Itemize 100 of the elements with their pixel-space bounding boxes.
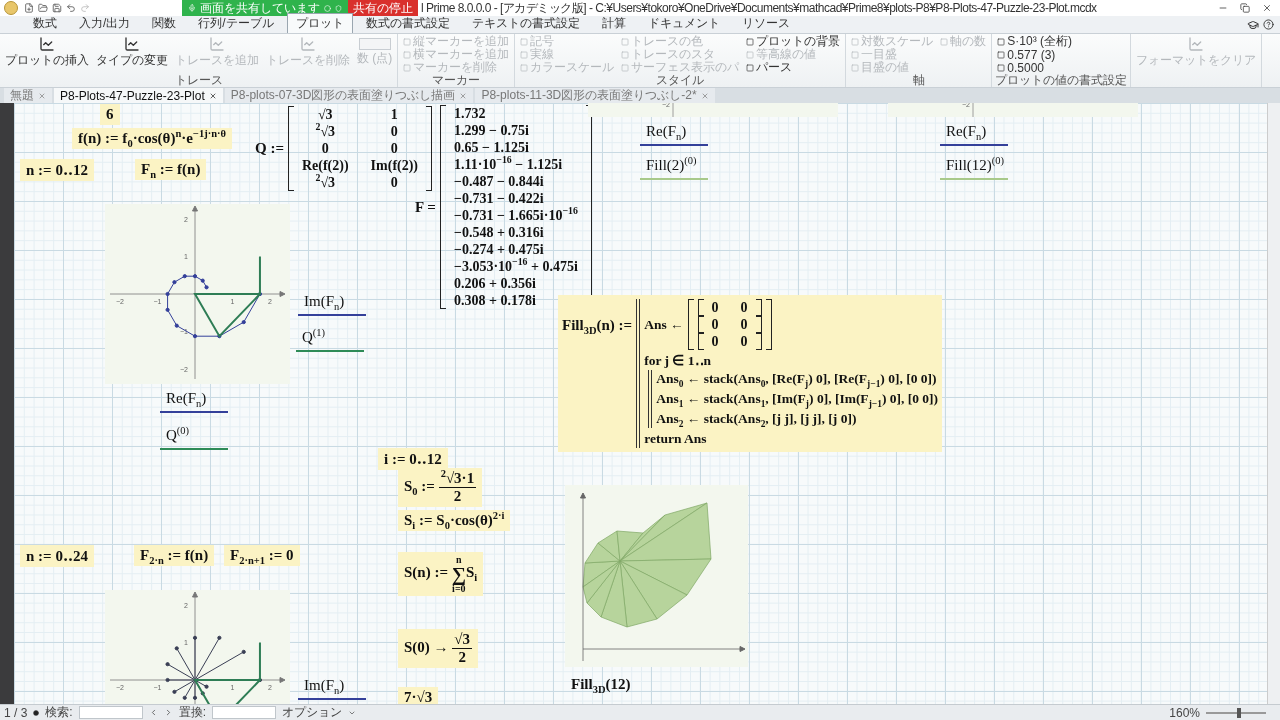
restore-icon[interactable] (1240, 3, 1250, 13)
square-icon (403, 63, 412, 72)
matrix-cell: Re(f(2)) (301, 157, 349, 174)
trace-label: Re(F$_{n}$) (640, 123, 708, 146)
ribbon-tab[interactable]: 入力/出力 (70, 13, 140, 33)
status-dot-icon (33, 709, 40, 716)
replace-field[interactable] (212, 706, 277, 719)
ribbon-group-label: 軸 (911, 74, 926, 87)
ribbon-button[interactable]: プロットの背景 (744, 35, 843, 48)
program-line: Ans ← (644, 315, 684, 334)
matrix-cell: 0 (711, 299, 719, 316)
ribbon-tab[interactable]: 行列/テーブル (189, 13, 283, 33)
matrix-cell-text: 1.299 − 0.75i (453, 122, 530, 139)
ribbon-button[interactable]: S·10³ (全桁) (995, 35, 1074, 48)
trace-label: Fill(2)$^{(0)}$ (640, 157, 708, 180)
fraction-numerator: √3 (452, 631, 473, 649)
square-icon (520, 50, 529, 59)
sum-upper-limit: n (456, 554, 462, 565)
matrix-cell-text: √3 (316, 106, 334, 123)
square-icon (403, 50, 412, 59)
sum-body: S$_{i}$ (466, 564, 478, 581)
folder-icon[interactable] (38, 3, 48, 13)
square-icon (621, 37, 630, 46)
slider-thumb[interactable] (1237, 707, 1241, 718)
square-icon (621, 50, 630, 59)
math-lhs: S(n) := (404, 564, 448, 581)
ribbon-tab[interactable]: 数式 (24, 13, 66, 33)
scroll-bar[interactable] (1267, 103, 1280, 704)
matrix-cell-text: $^{2}$√3 (315, 174, 336, 191)
find-field[interactable] (78, 706, 143, 719)
new-file-icon[interactable] (24, 3, 34, 13)
square-icon (997, 37, 1006, 46)
chart-icon (39, 36, 55, 52)
ribbon-group-label: トレース (173, 74, 224, 87)
ribbon-tab[interactable]: 関数 (143, 13, 186, 33)
ribbon-tab[interactable]: プロット (286, 13, 353, 33)
matrix-cell-text: −0.487 − 0.844i (453, 173, 545, 190)
stop-share-button[interactable]: 共有の停止 (348, 0, 418, 16)
square-icon (851, 63, 860, 72)
matrix-cell: 0 (740, 299, 748, 316)
square-icon (997, 63, 1006, 72)
chart-icon (209, 36, 225, 52)
math-expression: n := 0‥12 (20, 159, 94, 181)
program-line: Ans$_{2}$ ← stack(Ans$_{2}$, [j j], [j j], [j 0]) (656, 410, 858, 428)
trace-label: Q$^{(0)}$ (160, 427, 228, 450)
matrix-cell-text: 1.732 (453, 105, 487, 122)
math-expression: f(n) := f$_{0}$·cos(θ)$^{n}$·e$^{−1j·n·θ}$ (72, 128, 233, 149)
ribbon-button[interactable]: プロットの挿入 (3, 35, 91, 74)
matrix-bracket (687, 299, 694, 350)
matrix-cell-text: 1 (389, 106, 399, 123)
document-tab[interactable]: P8-plots-11-3D図形の表面塗りつぶし-2* (475, 88, 715, 103)
save-icon[interactable] (52, 3, 62, 13)
document-tab[interactable]: P8-Plots-47-Puzzle-23-Plot (54, 88, 223, 103)
matrix-bracket (765, 299, 772, 350)
matrix-cell-text: −0.731 − 0.422i (453, 190, 545, 207)
shield-icon (335, 4, 342, 12)
trace-label: Re(F$_{n}$) (940, 123, 1008, 146)
trace-label: Q$^{(1)}$ (296, 329, 364, 352)
trace-label: Im(F$_{n}$) (298, 677, 366, 700)
fraction-denominator: 2 (453, 488, 462, 505)
undo-icon[interactable] (66, 3, 76, 13)
chart-icon (124, 36, 140, 52)
document-tab[interactable]: 無題 (4, 88, 52, 103)
square-icon (520, 37, 529, 46)
matrix-cell-text: 0.308 + 0.178i (453, 292, 537, 309)
math-expression: n := 0‥24 (20, 545, 94, 567)
ribbon-group-label: プロットの値の書式設定 (995, 74, 1128, 87)
ribbon-button[interactable]: 0.5000 (995, 61, 1074, 74)
square-icon (940, 37, 949, 46)
close-icon[interactable] (1262, 3, 1272, 13)
help-icon[interactable] (1263, 18, 1274, 30)
graduation-cap-icon[interactable] (1247, 18, 1259, 31)
math-expression: S$_{i}$ := S$_{0}$·cos(θ)$^{2·i}$ (398, 510, 511, 531)
axis-line (672, 103, 674, 117)
program-line: Ans$_{1}$ ← stack(Ans$_{1}$, [Im(F$_{j}$) 0], [Im(F$_{j−1}$) 0], [0 0]) (656, 390, 939, 408)
ribbon-button[interactable]: 0.577 (3) (995, 48, 1074, 61)
options-menu[interactable]: オプション (282, 704, 343, 720)
zoom-level: 160% (1169, 705, 1200, 720)
matrix-cell-text: $^{2}$√3 (314, 123, 337, 140)
math-lhs: S$_{0}$ := (404, 477, 435, 494)
app-logo[interactable] (4, 1, 18, 15)
close-icon[interactable] (208, 91, 217, 100)
ribbon-button[interactable]: パース (744, 61, 843, 74)
fraction-denominator: 2 (458, 649, 466, 666)
axis-line (972, 103, 974, 117)
matrix-name: Q := (255, 140, 284, 157)
matrix-cell-text: 0.65 − 1.125i (453, 139, 530, 156)
chart-icon (300, 36, 316, 52)
square-icon (403, 37, 412, 46)
function-name: Fill$_{3D}$(n) := (562, 317, 633, 334)
matrix-cell-text: 0.206 + 0.356i (453, 275, 537, 292)
trace-label: Re(F$_{n}$) (160, 390, 228, 413)
math-expression: F$_{2·n}$ := f(n) (134, 545, 215, 566)
ribbon-button[interactable]: タイプの変更 (94, 35, 170, 74)
math-lhs: S(0) → (404, 638, 449, 655)
trace-label: Fill(12)$^{(0)}$ (940, 157, 1008, 180)
find-label: 検索: (45, 704, 73, 720)
matrix-cell-text: −0.548 + 0.316i (453, 224, 545, 241)
document-tab[interactable]: P8-plots-07-3D図形の表面塗りつぶし描画 (224, 88, 474, 103)
square-icon (997, 50, 1006, 59)
